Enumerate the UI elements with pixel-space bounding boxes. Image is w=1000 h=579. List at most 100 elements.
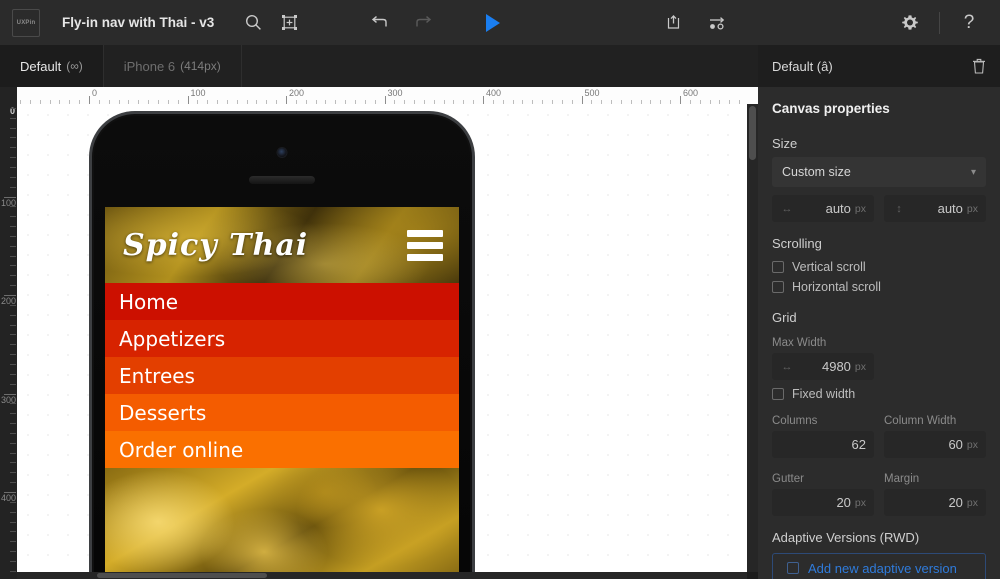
toolbar-group-tools xyxy=(238,8,304,38)
horizontal-ruler[interactable]: 0 100 200 300 400 500 600 xyxy=(17,87,758,104)
ruler-tick xyxy=(98,100,100,104)
max-width-input[interactable]: ↔ 4980 px xyxy=(772,353,874,380)
ruler-tick xyxy=(207,100,209,104)
tab-iphone6[interactable]: iPhone 6 (414px) xyxy=(104,45,242,87)
ruler-tick xyxy=(571,100,573,104)
nav-item-appetizers[interactable]: Appetizers xyxy=(105,320,459,357)
chevron-down-icon: ▾ xyxy=(970,166,976,178)
horizontal-scroll-checkbox[interactable]: Horizontal scroll xyxy=(758,277,1000,297)
trash-icon[interactable] xyxy=(972,58,986,74)
canvas-height-input[interactable]: ↕ auto px xyxy=(884,195,986,222)
ruler-tick xyxy=(79,100,81,104)
ruler-label: 500 xyxy=(584,88,600,98)
ruler-tick xyxy=(10,452,16,454)
gutter-value: 20 xyxy=(836,495,851,510)
ruler-tick xyxy=(10,127,16,129)
ruler-tick xyxy=(10,314,16,316)
ruler-tick xyxy=(699,100,701,104)
nav-item-order-online[interactable]: Order online xyxy=(105,431,459,468)
ruler-tick xyxy=(10,176,16,178)
ruler-tick xyxy=(10,472,16,474)
nav-item-home[interactable]: Home xyxy=(105,283,459,320)
undo-icon[interactable] xyxy=(364,8,394,38)
properties-panel: Default (â) Canvas properties Size Custo… xyxy=(758,45,1000,579)
width-arrows-icon: ↔ xyxy=(781,202,793,215)
canvas-vertical-scrollbar[interactable] xyxy=(747,104,758,572)
ruler-tick xyxy=(10,541,16,543)
ruler-label: 200 xyxy=(289,88,305,98)
search-icon[interactable] xyxy=(238,8,268,38)
ruler-tick xyxy=(335,100,337,104)
ruler-tick xyxy=(315,100,317,104)
add-element-icon[interactable] xyxy=(274,8,304,38)
uxpin-logo-icon[interactable]: UXPin xyxy=(12,8,40,37)
uxpin-editor-window: UXPin Fly-in nav with Thai - v3 ? Defaul… xyxy=(0,0,1000,579)
nav-item-desserts[interactable]: Desserts xyxy=(105,394,459,431)
gear-icon[interactable] xyxy=(895,8,925,38)
hamburger-menu-icon[interactable] xyxy=(407,229,443,261)
nav-item-label: Appetizers xyxy=(119,326,226,351)
nav-item-entrees[interactable]: Entrees xyxy=(105,357,459,394)
tab-default[interactable]: Default (∞) xyxy=(0,45,104,87)
canvas-horizontal-scrollbar[interactable] xyxy=(17,572,747,579)
ruler-tick xyxy=(10,432,16,434)
ruler-tick xyxy=(177,100,179,104)
ruler-tick xyxy=(138,100,140,104)
ruler-tick xyxy=(443,100,445,104)
export-upload-icon[interactable] xyxy=(658,8,688,38)
nav-item-label: Home xyxy=(119,289,179,314)
ruler-tick xyxy=(620,100,622,104)
ruler-tick xyxy=(10,344,16,346)
ruler-tick xyxy=(10,265,16,267)
ruler-tick xyxy=(561,100,563,104)
margin-unit: px xyxy=(966,496,978,509)
ruler-tick xyxy=(118,100,120,104)
ruler-tick xyxy=(640,100,642,104)
size-preset-select[interactable]: Custom size ▾ xyxy=(772,157,986,187)
margin-input[interactable]: 20 px xyxy=(884,489,986,516)
ruler-tick xyxy=(374,100,376,104)
panel-section-title: Canvas properties xyxy=(772,101,890,116)
tab-iphone6-suffix: (414px) xyxy=(180,59,221,73)
ruler-tick xyxy=(463,100,465,104)
vertical-ruler[interactable]: 0 100 200 300 400 xyxy=(0,104,17,579)
ruler-tick xyxy=(10,423,16,425)
ruler-tick xyxy=(630,100,632,104)
canvas-vertical-scroll-thumb[interactable] xyxy=(749,106,756,160)
add-adaptive-version-button[interactable]: Add new adaptive version xyxy=(772,553,986,579)
ruler-tick xyxy=(49,100,51,104)
ruler-label: 100 xyxy=(190,88,206,98)
ruler-tick xyxy=(128,100,130,104)
canvas-area[interactable]: 0 100 200 300 400 500 600 0 100 200 300 400 Spicy… xyxy=(0,87,758,579)
ruler-tick xyxy=(483,96,484,104)
ruler-tick xyxy=(10,570,16,572)
iphone-mockup: Spicy Thai Home Appetizers Entrees Desserts… xyxy=(89,111,475,572)
ruler-tick xyxy=(197,100,199,104)
columns-input[interactable]: 62 xyxy=(772,431,874,458)
canvas-horizontal-scroll-thumb[interactable] xyxy=(97,573,267,578)
ruler-label: 100 xyxy=(0,197,16,208)
interactions-flow-icon[interactable] xyxy=(702,8,732,38)
fixed-width-checkbox[interactable]: Fixed width xyxy=(758,380,1000,404)
redo-icon[interactable] xyxy=(408,8,438,38)
margin-label: Margin xyxy=(884,473,920,485)
column-width-input[interactable]: 60 px xyxy=(884,431,986,458)
ruler-tick xyxy=(384,96,386,104)
design-board[interactable]: Spicy Thai Home Appetizers Entrees Desserts… xyxy=(17,104,747,572)
vertical-scroll-checkbox[interactable]: Vertical scroll xyxy=(758,257,1000,277)
panel-header: Default (â) xyxy=(758,45,1000,87)
help-icon[interactable]: ? xyxy=(954,8,984,38)
horizontal-scroll-label: Horizontal scroll xyxy=(792,280,881,294)
canvas-height-unit: px xyxy=(966,202,978,215)
columns-value: 62 xyxy=(851,437,866,452)
gutter-input[interactable]: 20 px xyxy=(772,489,874,516)
ruler-tick xyxy=(10,147,16,149)
canvas-width-input[interactable]: ↔ auto px xyxy=(772,195,874,222)
canvas-width-unit: px xyxy=(854,202,866,215)
ruler-tick xyxy=(39,100,41,104)
ruler-tick xyxy=(591,100,593,104)
preview-button[interactable] xyxy=(486,0,500,45)
ruler-tick xyxy=(10,324,16,326)
ruler-label: 400 xyxy=(0,493,16,503)
canvas-width-value: auto xyxy=(825,201,851,216)
